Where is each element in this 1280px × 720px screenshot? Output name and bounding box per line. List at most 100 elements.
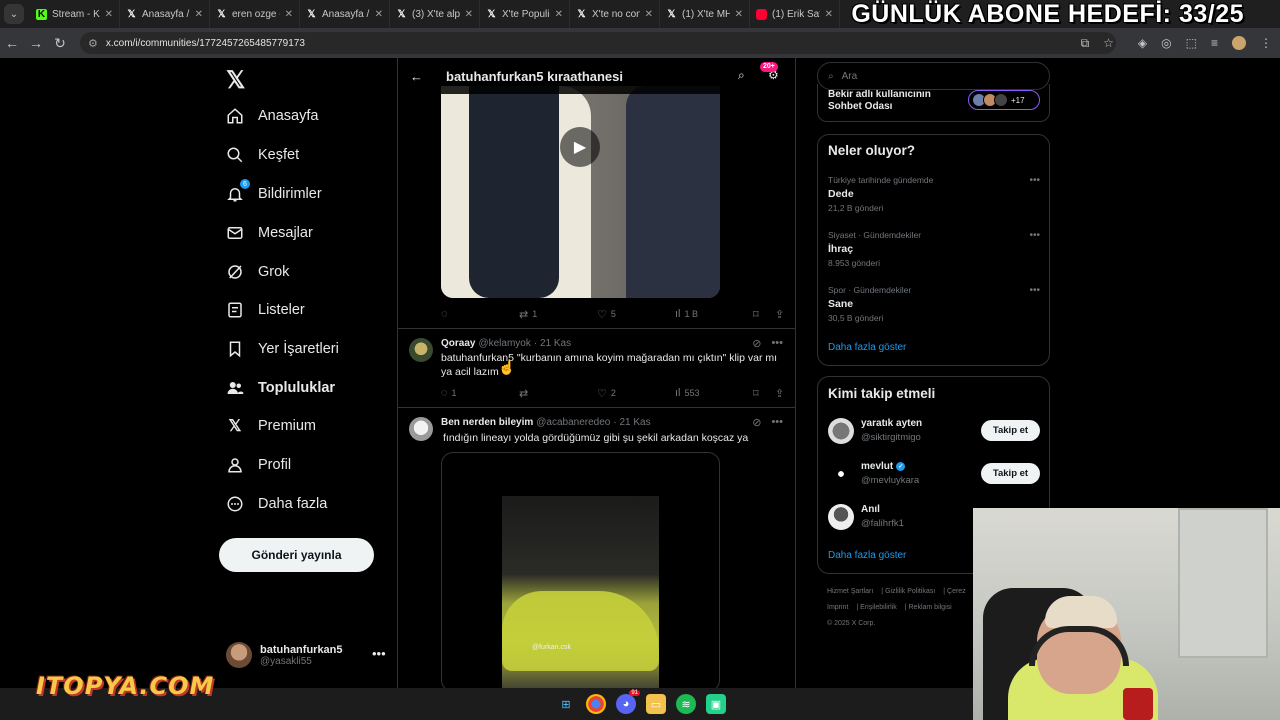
nav-item-explore[interactable]: Keşfet bbox=[226, 141, 299, 169]
author-name[interactable]: Qoraay bbox=[441, 338, 475, 349]
follow-suggestion[interactable]: mevlut ✓ @mevluykara Takip et bbox=[828, 461, 1040, 491]
bookmark-button[interactable]: ⌑ bbox=[753, 308, 775, 321]
more-dots-icon[interactable]: ••• bbox=[771, 337, 783, 350]
reply-button[interactable]: ◌ 1 bbox=[441, 387, 519, 399]
nav-item-profile[interactable]: Profil bbox=[226, 451, 291, 479]
browser-tab[interactable]: (1) Erik Satie ✕ bbox=[750, 0, 840, 28]
more-dots-icon[interactable]: ••• bbox=[1029, 230, 1040, 241]
show-more-link[interactable]: Daha fazla göster bbox=[828, 550, 906, 561]
back-arrow-icon[interactable]: ← bbox=[410, 69, 426, 84]
install-icon[interactable]: ⧉ bbox=[1081, 36, 1090, 51]
address-bar[interactable]: ⚙ x.com/i/communities/177245726548577917… bbox=[80, 32, 1116, 54]
repost-button[interactable]: ⇄ 1 bbox=[519, 308, 597, 321]
nav-item-notifications[interactable]: 6 Bildirimler bbox=[226, 179, 322, 208]
close-icon[interactable]: ✕ bbox=[645, 9, 653, 20]
nav-item-more[interactable]: Daha fazla bbox=[226, 490, 327, 518]
grok-icon[interactable]: ⊘ bbox=[752, 337, 761, 350]
video-thumbnail[interactable]: ▶ bbox=[441, 86, 720, 298]
tweet-date[interactable]: · 21 Kas bbox=[613, 417, 650, 428]
browser-tab[interactable]: 𝕏 X'te Populic ✕ bbox=[480, 0, 570, 28]
nav-item-premium[interactable]: 𝕏 Premium bbox=[226, 412, 316, 440]
tab-search-button[interactable]: ⌄ bbox=[4, 4, 24, 24]
close-icon[interactable]: ✕ bbox=[555, 9, 563, 20]
browser-tab[interactable]: 𝕏eren ozge - ✕ bbox=[210, 0, 300, 28]
profile-avatar[interactable] bbox=[1232, 36, 1246, 50]
footer-link[interactable]: Hizmet Şartları bbox=[827, 588, 873, 595]
bookmark-button[interactable]: ⌑ bbox=[753, 387, 775, 400]
extension-icon[interactable]: ◈ bbox=[1138, 36, 1147, 50]
close-icon[interactable]: ✕ bbox=[375, 9, 383, 20]
browser-tab[interactable]: 𝕏 X'te no conte ✕ bbox=[570, 0, 660, 28]
nav-item-grok[interactable]: Grok bbox=[226, 258, 289, 286]
like-button[interactable]: ♡ 5 bbox=[597, 308, 675, 321]
nav-item-bookmarks[interactable]: Yer İşaretleri bbox=[226, 335, 339, 363]
search-input[interactable]: ⌕ Ara bbox=[817, 62, 1050, 90]
views-button[interactable]: ıl 553 bbox=[675, 387, 753, 399]
like-button[interactable]: ♡ 2 bbox=[597, 387, 675, 400]
spotify-icon[interactable]: ≋ bbox=[676, 694, 696, 714]
nav-item-communities[interactable]: Topluluklar bbox=[226, 374, 335, 402]
star-icon[interactable]: ☆ bbox=[1103, 36, 1114, 50]
trend-item[interactable]: Spor · Gündemdekiler Sane 30,5 B gönderi… bbox=[828, 285, 1040, 323]
more-dots-icon[interactable]: ••• bbox=[771, 416, 783, 429]
share-button[interactable]: ⇪ bbox=[775, 308, 784, 321]
avatar[interactable] bbox=[409, 417, 433, 441]
more-dots-icon[interactable]: ••• bbox=[1029, 175, 1040, 186]
author-name[interactable]: Ben nerden bileyim bbox=[441, 417, 533, 428]
browser-tab[interactable]: K Stream - Kick ✕ bbox=[30, 0, 120, 28]
site-info-icon[interactable]: ⚙ bbox=[88, 37, 98, 50]
chrome-icon[interactable] bbox=[586, 694, 606, 714]
grok-icon[interactable]: ⊘ bbox=[752, 416, 761, 429]
discord-icon[interactable]: ◕ 91 bbox=[616, 690, 640, 714]
follow-suggestion[interactable]: yaratık ayten @siktirgitmigo Takip et bbox=[828, 418, 1040, 448]
forward-arrow-icon[interactable]: → bbox=[24, 35, 48, 51]
account-switcher[interactable]: batuhanfurkan5 @yasakli55 ••• bbox=[226, 642, 386, 668]
more-dots-icon[interactable]: ••• bbox=[1029, 285, 1040, 296]
close-icon[interactable]: ✕ bbox=[465, 9, 473, 20]
video-player[interactable]: @furkan.csk bbox=[441, 452, 720, 688]
avatar[interactable] bbox=[409, 338, 433, 362]
trend-item[interactable]: Türkiye tarihinde gündemde Dede 21,2 B g… bbox=[828, 175, 1040, 213]
nav-item-home[interactable]: Anasayfa bbox=[226, 102, 318, 130]
author-handle[interactable]: @kelamyok bbox=[478, 338, 530, 349]
back-arrow-icon[interactable]: ← bbox=[0, 35, 24, 51]
views-button[interactable]: ıl 1 B bbox=[675, 308, 753, 320]
share-button[interactable]: ⇪ bbox=[775, 387, 784, 400]
puzzle-icon[interactable]: ⬚ bbox=[1186, 36, 1197, 50]
close-icon[interactable]: ✕ bbox=[195, 9, 203, 20]
play-icon[interactable]: ▶ bbox=[560, 127, 600, 167]
folder-icon[interactable]: ▭ bbox=[646, 694, 666, 714]
post-button[interactable]: Gönderi yayınla bbox=[219, 538, 374, 572]
follow-button[interactable]: Takip et bbox=[981, 420, 1040, 441]
nav-item-messages[interactable]: Mesajlar bbox=[226, 219, 313, 247]
more-dots-icon[interactable]: ••• bbox=[372, 646, 386, 661]
author-handle[interactable]: @acabaneredeo bbox=[536, 417, 610, 428]
footer-link[interactable]: Gizlilik Politikası bbox=[885, 588, 935, 595]
search-icon[interactable]: ⌕ bbox=[738, 68, 745, 83]
reply-button[interactable]: ◌ bbox=[441, 308, 519, 320]
footer-link[interactable]: Reklam bilgisi bbox=[909, 604, 952, 611]
footer-link[interactable]: Çerez bbox=[947, 588, 966, 595]
footer-link[interactable]: Erişilebilirlik bbox=[860, 604, 897, 611]
windows-start-icon[interactable]: ⊞ bbox=[556, 694, 576, 714]
browser-tab[interactable]: 𝕏 (3) X'te alp ✕ bbox=[390, 0, 480, 28]
nav-item-lists[interactable]: Listeler bbox=[226, 296, 305, 324]
trend-item[interactable]: Siyaset · Gündemdekiler İhraç 8.953 gönd… bbox=[828, 230, 1040, 268]
browser-tab[interactable]: 𝕏 Anasayfa / X ✕ bbox=[120, 0, 210, 28]
app-icon[interactable]: ▣ bbox=[706, 694, 726, 714]
close-icon[interactable]: ✕ bbox=[735, 9, 743, 20]
close-icon[interactable]: ✕ bbox=[105, 9, 113, 20]
follow-button[interactable]: Takip et bbox=[981, 463, 1040, 484]
close-icon[interactable]: ✕ bbox=[285, 9, 293, 20]
browser-tab[interactable]: 𝕏 (1) X'te MHA ✕ bbox=[660, 0, 750, 28]
close-icon[interactable]: ✕ bbox=[825, 9, 833, 20]
footer-link[interactable]: Imprint bbox=[827, 604, 848, 611]
tweet-date[interactable]: · 21 Kas bbox=[534, 338, 571, 349]
show-more-link[interactable]: Daha fazla göster bbox=[828, 342, 906, 353]
browser-tab[interactable]: 𝕏 Anasayfa / X ✕ bbox=[300, 0, 390, 28]
extension-icon[interactable]: ◎ bbox=[1161, 36, 1171, 50]
repost-button[interactable]: ⇄ bbox=[519, 387, 597, 400]
x-logo-icon[interactable]: 𝕏 bbox=[226, 66, 245, 95]
reload-icon[interactable]: ↻ bbox=[48, 35, 72, 52]
reading-list-icon[interactable]: ≡ bbox=[1211, 36, 1218, 50]
